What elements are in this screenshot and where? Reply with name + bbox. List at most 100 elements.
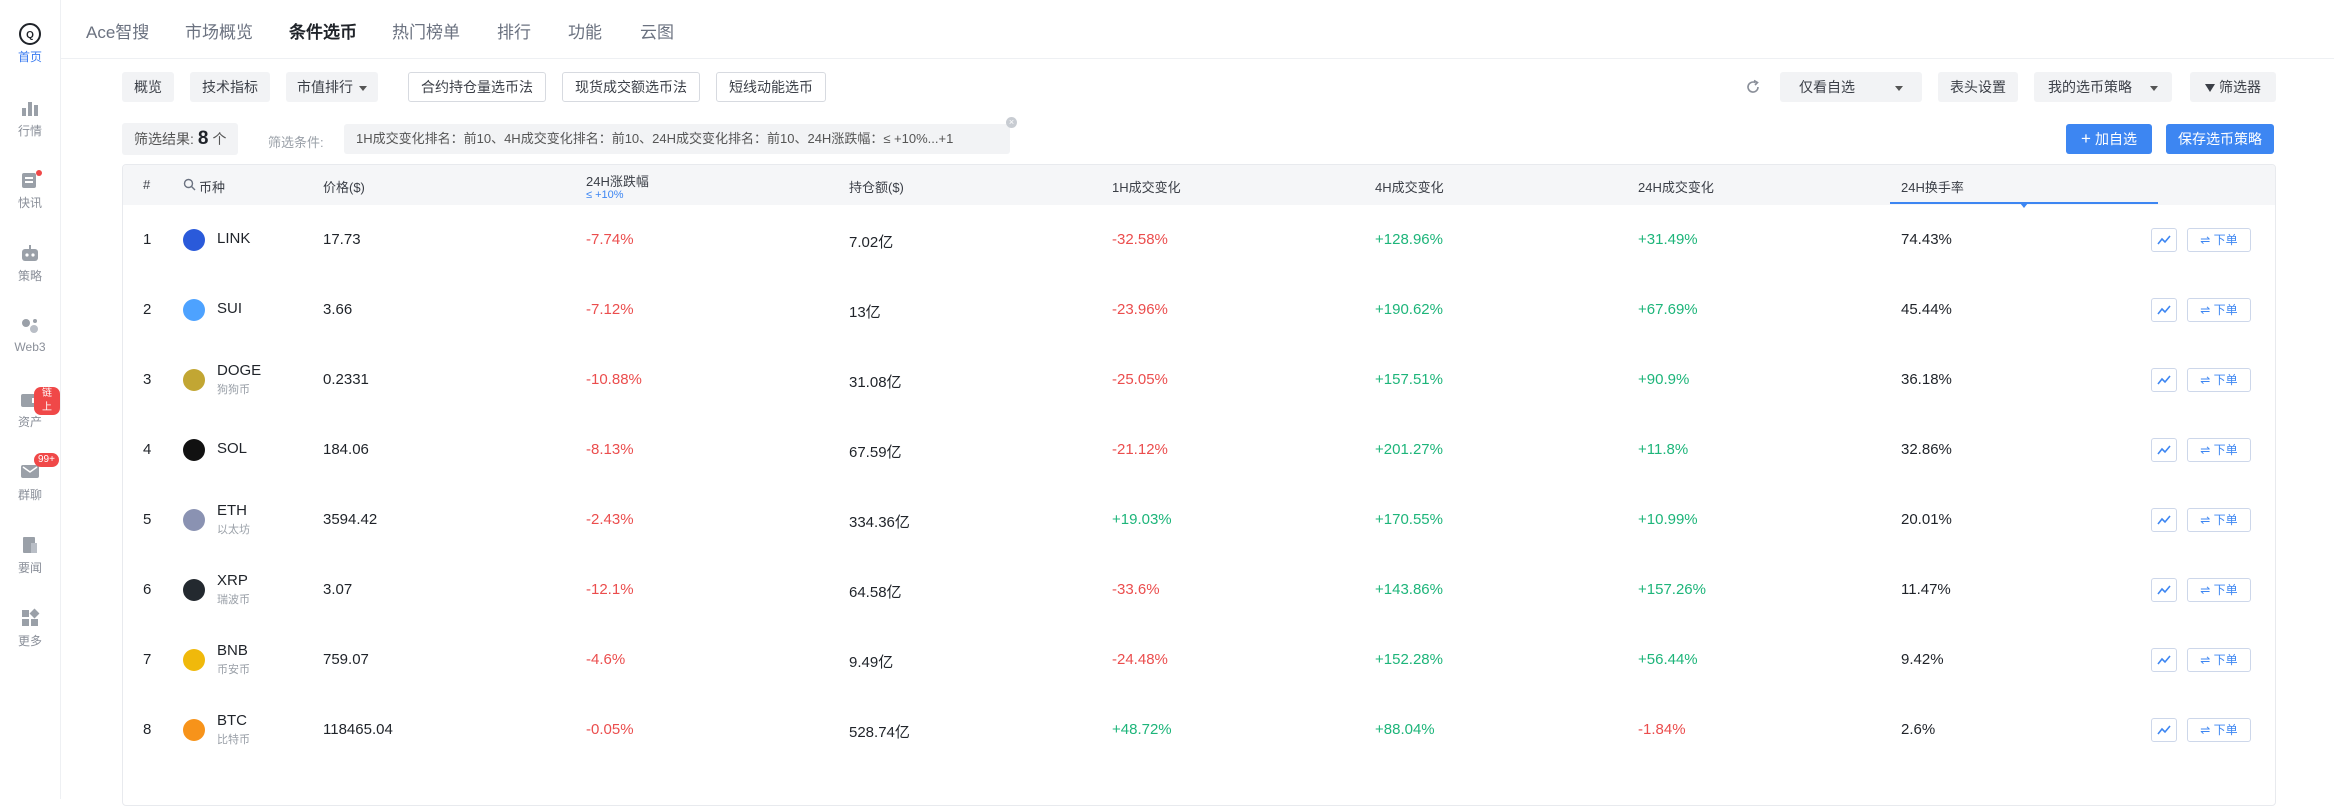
trend-chart-icon[interactable]	[2151, 368, 2177, 392]
cell-turnover: 45.44%	[1901, 301, 1952, 318]
sidebar-item-assets[interactable]: 链上 资产	[0, 387, 60, 430]
trend-chart-icon[interactable]	[2151, 648, 2177, 672]
add-watchlist-button[interactable]: + 加自选	[2066, 124, 2152, 154]
search-icon[interactable]	[183, 178, 196, 196]
coin-chinese-name: 瑞波币	[217, 594, 250, 606]
sidebar-item-news[interactable]: 快讯	[0, 168, 60, 211]
table-row[interactable]: 7 759.07 -4.6% 9.49亿 -24.48% +152.28% +56.44% 9…	[123, 625, 2275, 695]
table-row[interactable]: 8 118465.04 -0.05% 528.74亿 +48.72% +88.04% -1.…	[123, 695, 2275, 765]
tab-ace-search[interactable]: Ace智搜	[86, 18, 149, 43]
coin-symbol[interactable]: DOGE	[217, 362, 261, 379]
refresh-icon[interactable]	[1744, 78, 1762, 101]
sidebar-item-chat[interactable]: 99+ 群聊	[0, 453, 60, 503]
cell-change24h: -12.1%	[586, 581, 634, 598]
trend-chart-icon[interactable]	[2151, 718, 2177, 742]
place-order-button[interactable]: ⇌ 下单	[2187, 718, 2251, 742]
sidebar-item-strategy[interactable]: 策略	[0, 241, 60, 284]
col-vol4h-header[interactable]: 4H成交变化	[1375, 177, 1444, 196]
short-momentum-button[interactable]: 短线动能选币	[716, 72, 826, 102]
sidebar-item-home[interactable]: Q 首页	[0, 22, 60, 65]
contract-oi-method-button[interactable]: 合约持仓量选币法	[408, 72, 546, 102]
table-row[interactable]: 1 17.73 -7.74% 7.02亿 -32.58% +128.96% +31.49% 7…	[123, 205, 2275, 275]
sui-coin-icon	[183, 299, 205, 321]
funnel-icon	[2205, 84, 2215, 93]
coin-symbol[interactable]: LINK	[217, 230, 250, 247]
col-index-header: #	[143, 177, 151, 192]
trend-chart-icon[interactable]	[2151, 438, 2177, 462]
clear-conditions-close-icon[interactable]: ×	[1006, 117, 1017, 128]
sidebar-item-label: 资产	[17, 415, 42, 429]
place-order-button[interactable]: ⇌ 下单	[2187, 578, 2251, 602]
col-coin-header[interactable]: 币种	[199, 177, 225, 196]
result-count: 8	[197, 128, 209, 149]
watchlist-only-dropdown[interactable]: 仅看自选	[1780, 72, 1922, 102]
sidebar-item-label: 快讯	[17, 196, 42, 210]
coin-symbol[interactable]: BNB	[217, 642, 248, 659]
table-row[interactable]: 4 184.06 -8.13% 67.59亿 -21.12% +201.27% +11.8%…	[123, 415, 2275, 485]
cell-turnover: 2.6%	[1901, 721, 1936, 738]
result-unit: 个	[212, 131, 227, 147]
trend-chart-icon[interactable]	[2151, 578, 2177, 602]
coin-symbol[interactable]: BTC	[217, 712, 247, 729]
cell-change24h: -2.43%	[586, 511, 634, 528]
cell-oi: 64.58亿	[849, 584, 902, 601]
cell-vol1h: +19.03%	[1112, 511, 1172, 528]
cell-turnover: 20.01%	[1901, 511, 1952, 528]
mcap-rank-dropdown[interactable]: 市值排行	[286, 72, 378, 102]
table-row[interactable]: 6 3.07 -12.1% 64.58亿 -33.6% +143.86% +157.26% 1…	[123, 555, 2275, 625]
sidebar-item-more[interactable]: 更多	[0, 606, 60, 649]
tab-features[interactable]: 功能	[568, 18, 602, 43]
col-vol1h-header[interactable]: 1H成交变化	[1112, 177, 1181, 196]
tech-indicators-button[interactable]: 技术指标	[190, 72, 270, 102]
cell-change24h: -0.05%	[586, 721, 634, 738]
cell-vol4h: +128.96%	[1375, 231, 1443, 248]
overview-button[interactable]: 概览	[122, 72, 174, 102]
table-row[interactable]: 3 0.2331 -10.88% 31.08亿 -25.05% +157.51% +90.9…	[123, 345, 2275, 415]
col-change24h-header[interactable]: 24H涨跌幅	[586, 171, 649, 190]
place-order-button[interactable]: ⇌ 下单	[2187, 298, 2251, 322]
sidebar-item-label: 行情	[17, 124, 42, 138]
trend-chart-icon[interactable]	[2151, 298, 2177, 322]
col-oi-header[interactable]: 持仓额($)	[849, 177, 904, 196]
coin-symbol[interactable]: XRP	[217, 572, 248, 589]
assets-badge: 链上	[34, 387, 60, 415]
save-strategy-button[interactable]: 保存选币策略	[2166, 124, 2274, 154]
tab-market-overview[interactable]: 市场概览	[185, 18, 253, 43]
tab-cloud-map[interactable]: 云图	[640, 18, 674, 43]
table-row[interactable]: 2 3.66 -7.12% 13亿 -23.96% +190.62% +67.69% 45.4…	[123, 275, 2275, 345]
cell-oi: 7.02亿	[849, 234, 894, 251]
tab-ranking[interactable]: 排行	[497, 18, 531, 43]
tab-hot-list[interactable]: 热门榜单	[392, 18, 460, 43]
header-settings-button[interactable]: 表头设置	[1938, 72, 2018, 102]
col-turnover-header[interactable]: 24H换手率	[1901, 177, 1964, 196]
coin-symbol[interactable]: SOL	[217, 440, 247, 457]
place-order-button[interactable]: ⇌ 下单	[2187, 508, 2251, 532]
cell-oi: 528.74亿	[849, 724, 910, 741]
cell-vol24h: +11.8%	[1638, 441, 1689, 458]
trend-chart-icon[interactable]	[2151, 228, 2177, 252]
chat-badge: 99+	[34, 453, 59, 467]
place-order-button[interactable]: ⇌ 下单	[2187, 368, 2251, 392]
place-order-button[interactable]: ⇌ 下单	[2187, 438, 2251, 462]
sidebar-item-market[interactable]: 行情	[0, 96, 60, 139]
spot-volume-method-button[interactable]: 现货成交额选币法	[562, 72, 700, 102]
place-order-button[interactable]: ⇌ 下单	[2187, 648, 2251, 672]
my-strategy-dropdown[interactable]: 我的选币策略	[2034, 72, 2172, 102]
cell-change24h: -10.88%	[586, 371, 642, 388]
coin-symbol[interactable]: SUI	[217, 300, 242, 317]
sidebar-item-web3[interactable]: Web3	[0, 314, 60, 354]
coin-symbol[interactable]: ETH	[217, 502, 247, 519]
col-price-header[interactable]: 价格($)	[323, 177, 365, 196]
conditions-summary[interactable]: 1H成交变化排名：前10、4H成交变化排名：前10、24H成交变化排名：前10、…	[344, 124, 1010, 154]
bar-chart-icon	[18, 96, 42, 120]
svg-text:Q: Q	[26, 30, 34, 41]
trend-chart-icon[interactable]	[2151, 508, 2177, 532]
cell-vol1h: -33.6%	[1112, 581, 1160, 598]
col-vol24h-header[interactable]: 24H成交变化	[1638, 177, 1714, 196]
filter-button[interactable]: 筛选器	[2190, 72, 2276, 102]
web3-icon	[18, 314, 42, 338]
place-order-button[interactable]: ⇌ 下单	[2187, 228, 2251, 252]
table-row[interactable]: 5 3594.42 -2.43% 334.36亿 +19.03% +170.55% +10.…	[123, 485, 2275, 555]
tab-condition-screener[interactable]: 条件选币	[289, 18, 357, 43]
sidebar-item-headlines[interactable]: 要闻	[0, 533, 60, 576]
